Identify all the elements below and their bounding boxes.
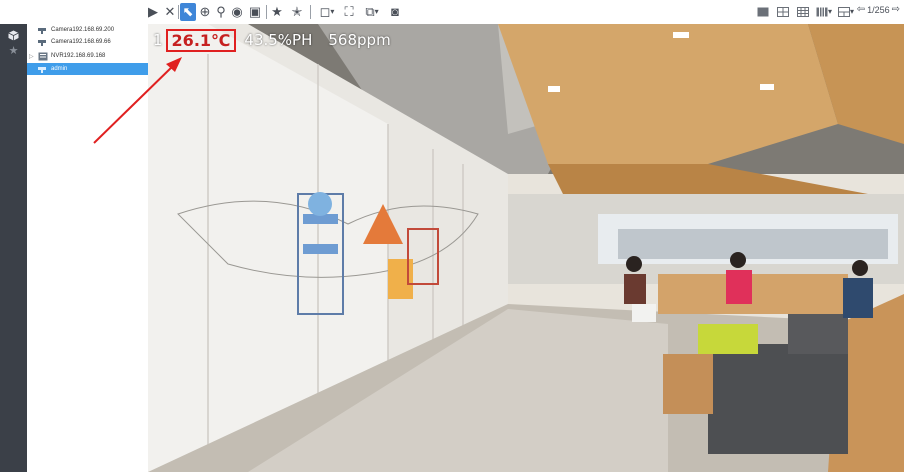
person-icon[interactable]: ⚲: [214, 3, 228, 21]
next-page-icon[interactable]: ⇨: [892, 4, 900, 15]
eye-icon[interactable]: ◉: [230, 3, 244, 21]
left-rail: ★: [0, 24, 27, 472]
camera-image: [148, 24, 904, 472]
close-icon[interactable]: ✕: [163, 3, 177, 21]
layout-4-icon[interactable]: [776, 3, 790, 21]
toolbar: ▶ ✕ ⬉ ⊕ ⚲ ◉ ▣ ★ ✭ ◻ ▾ ⛶ ⧉ ▾ ◙ ▾ ▾ ⇦ 1/256 …: [0, 0, 904, 24]
osd-channel: 1: [153, 31, 163, 49]
play-icon[interactable]: ▶: [147, 3, 159, 21]
tree-item-label: Camera192.168.69.66: [51, 39, 111, 45]
osd-temperature: 26.1℃: [165, 28, 237, 52]
toolbar-separator: [178, 5, 179, 19]
star-add-icon[interactable]: ✭: [290, 3, 304, 21]
tree-item-camera-200[interactable]: Camera192.168.69.200: [27, 24, 148, 36]
tree-item-label: admin: [51, 66, 68, 72]
osd-overlay: 1 26.1℃ 43.5%PH 568ppm: [153, 28, 391, 52]
camera-icon: [38, 27, 46, 34]
device-tree: Camera192.168.69.200 Camera192.168.69.66…: [27, 24, 149, 472]
record-icon[interactable]: ⧉ ▾: [362, 3, 382, 21]
cursor-icon[interactable]: ⬉: [180, 3, 196, 21]
tree-item-camera-66[interactable]: Camera192.168.69.66: [27, 36, 148, 48]
fullscreen-icon[interactable]: ⛶: [342, 3, 356, 21]
prev-page-icon[interactable]: ⇦: [857, 4, 865, 15]
osd-humidity: 43.5%PH: [244, 31, 313, 49]
layout-1-icon[interactable]: [756, 3, 770, 21]
page-number: 1/256: [867, 4, 890, 15]
tree-item-admin[interactable]: admin: [27, 63, 148, 75]
toolbar-separator: [266, 5, 267, 19]
star-icon[interactable]: ★: [270, 3, 284, 21]
layout-16-icon[interactable]: ▾: [814, 3, 834, 21]
window-icon[interactable]: ◻ ▾: [318, 3, 336, 21]
favorites-icon[interactable]: ★: [0, 40, 27, 60]
page-indicator: ⇦ 1/256 ⇨: [857, 4, 900, 15]
camera-icon[interactable]: ◙: [388, 3, 402, 21]
tree-item-label: NVR192.168.69.168: [51, 53, 106, 59]
camera-icon: [38, 66, 46, 73]
expand-arrow-icon[interactable]: ▷: [29, 53, 38, 60]
layout-9-icon[interactable]: [796, 3, 810, 21]
zoom-icon[interactable]: ⊕: [198, 3, 212, 21]
nvr-icon: [38, 52, 48, 60]
tree-item-nvr-168[interactable]: ▷ NVR192.168.69.168: [27, 50, 148, 62]
tree-item-label: Camera192.168.69.200: [51, 27, 115, 33]
layout-custom-icon[interactable]: ▾: [836, 3, 856, 21]
video-view[interactable]: [148, 24, 904, 472]
camera-icon: [38, 39, 46, 46]
image-icon[interactable]: ▣: [248, 3, 262, 21]
osd-co2: 568ppm: [328, 31, 391, 49]
toolbar-separator: [310, 5, 311, 19]
